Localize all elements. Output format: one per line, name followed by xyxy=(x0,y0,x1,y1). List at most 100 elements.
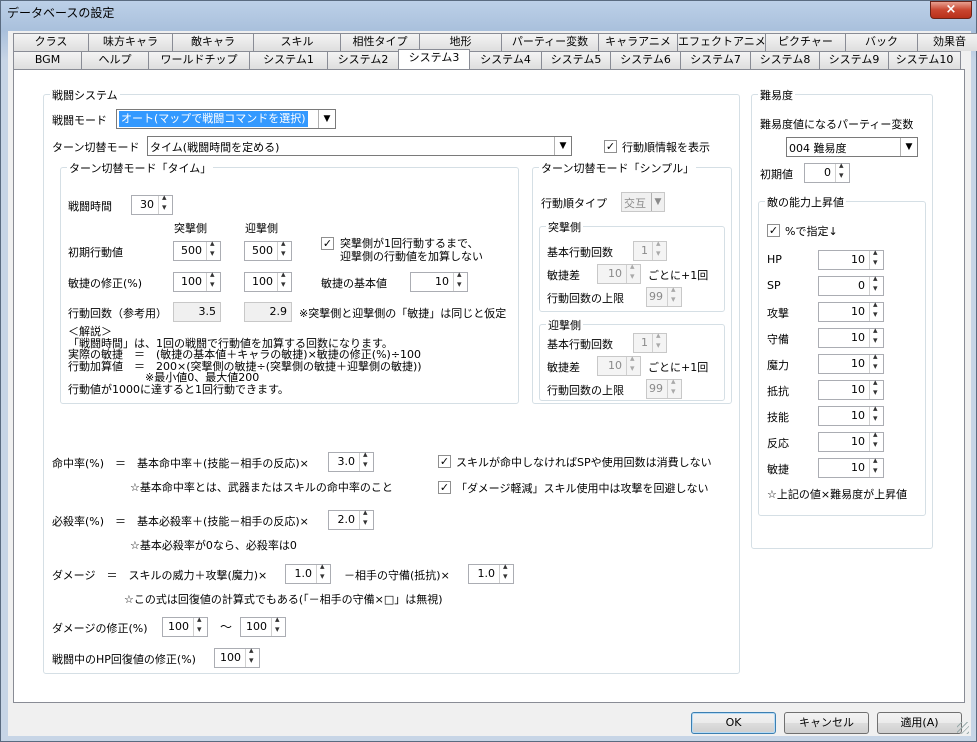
close-button[interactable]: × xyxy=(930,1,972,19)
turn-mode-select[interactable]: タイム(戦闘時間を定める) ▼ xyxy=(147,136,572,156)
damage-mod-min-stepper[interactable]: 100 xyxy=(162,615,208,637)
tab-r2-4[interactable]: システム2 xyxy=(327,51,399,69)
tab-r2-10[interactable]: システム8 xyxy=(750,51,820,69)
tab-r2-3[interactable]: システム1 xyxy=(249,51,328,69)
tab-r1-8[interactable]: エフェクトアニメ xyxy=(677,33,766,51)
hit-rate-stepper[interactable]: 3.0 xyxy=(328,450,374,472)
stat-stepper[interactable]: 10 xyxy=(818,430,884,452)
stat-stepper[interactable]: 10 xyxy=(818,456,884,478)
spin-arrows-icon[interactable] xyxy=(193,615,207,636)
tab-r1-0[interactable]: クラス xyxy=(13,33,89,51)
init-attack-stepper[interactable]: 500 xyxy=(173,239,221,261)
agi-base-stepper[interactable]: 10 xyxy=(410,270,468,292)
enemy-ability-group-label: 敵の能力上昇値 xyxy=(765,194,846,210)
order-type-select[interactable]: 交互 ▼ xyxy=(621,192,665,212)
agi-mod-attack-stepper[interactable]: 100 xyxy=(173,270,221,292)
spin-arrows-icon[interactable] xyxy=(667,377,681,398)
attack-base-count-stepper[interactable]: 1 xyxy=(633,239,667,261)
spin-arrows-icon[interactable] xyxy=(869,352,883,373)
init-defend-stepper[interactable]: 500 xyxy=(244,239,292,261)
tab-r1-6[interactable]: パーティー変数 xyxy=(501,33,599,51)
spin-arrows-icon[interactable] xyxy=(869,378,883,399)
tab-r1-7[interactable]: キャラアニメ xyxy=(598,33,678,51)
defend-base-count-stepper[interactable]: 1 xyxy=(633,331,667,353)
spin-arrows-icon[interactable] xyxy=(626,262,640,283)
spin-arrows-icon[interactable] xyxy=(869,248,883,269)
no-add-checkbox[interactable]: ✓ xyxy=(321,237,334,250)
stat-stepper[interactable]: 10 xyxy=(818,352,884,374)
stat-stepper[interactable]: 10 xyxy=(818,404,884,426)
spin-arrows-icon[interactable] xyxy=(869,430,883,451)
stat-stepper[interactable]: 10 xyxy=(818,300,884,322)
cancel-button[interactable]: キャンセル xyxy=(784,712,869,734)
spin-arrows-icon[interactable] xyxy=(277,239,291,260)
tab-r2-11[interactable]: システム9 xyxy=(819,51,889,69)
defend-agi-diff-stepper[interactable]: 10 xyxy=(597,354,641,376)
tab-r2-1[interactable]: ヘルプ xyxy=(81,51,149,69)
tab-r1-10[interactable]: バック xyxy=(845,33,918,51)
simple-defend-group: 迎撃側 基本行動回数 1 敏捷差 10 ごとに+1回 行動回数の上限 99 xyxy=(539,317,725,401)
tab-r1-2[interactable]: 敵キャラ xyxy=(172,33,254,51)
tab-r2-0[interactable]: BGM xyxy=(13,51,82,69)
difficulty-init-stepper[interactable]: 0 xyxy=(804,161,850,183)
attack-agi-diff-stepper[interactable]: 10 xyxy=(597,262,641,284)
spin-arrows-icon[interactable] xyxy=(271,615,285,636)
spin-arrows-icon[interactable] xyxy=(626,354,640,375)
defend-limit-stepper[interactable]: 99 xyxy=(646,377,682,399)
tab-r2-6[interactable]: システム4 xyxy=(469,51,542,69)
tab-r2-7[interactable]: システム5 xyxy=(541,51,611,69)
explain-line: ＜解説＞ xyxy=(68,325,112,338)
battle-mode-select[interactable]: オート(マップで戦闘コマンドを選択) ▼ xyxy=(116,109,336,129)
tab-r2-9[interactable]: システム7 xyxy=(680,51,751,69)
ok-button[interactable]: OK xyxy=(691,712,776,734)
tab-r1-11[interactable]: 効果音 xyxy=(917,33,977,51)
hp-mod-stepper[interactable]: 100 xyxy=(214,646,260,668)
resize-grip-icon[interactable] xyxy=(957,722,969,734)
stat-stepper[interactable]: 10 xyxy=(818,326,884,348)
damage-defense-stepper[interactable]: 1.0 xyxy=(468,562,514,584)
spin-arrows-icon[interactable] xyxy=(499,562,513,583)
spin-arrows-icon[interactable] xyxy=(869,300,883,321)
spin-arrows-icon[interactable] xyxy=(158,193,172,214)
apply-button[interactable]: 適用(A) xyxy=(877,712,962,734)
spin-arrows-icon[interactable] xyxy=(277,270,291,291)
battle-time-stepper[interactable]: 30 xyxy=(131,193,173,215)
spin-arrows-icon[interactable] xyxy=(667,285,681,306)
spin-arrows-icon[interactable] xyxy=(652,239,666,260)
spin-arrows-icon[interactable] xyxy=(245,646,259,667)
title-bar[interactable]: データベースの設定 × xyxy=(1,1,976,23)
damage-mod-max-stepper[interactable]: 100 xyxy=(240,615,286,637)
spin-arrows-icon[interactable] xyxy=(652,331,666,352)
tab-r2-5[interactable]: システム3 xyxy=(398,49,470,69)
reduce-checkbox[interactable]: ✓ xyxy=(438,481,451,494)
percent-checkbox[interactable]: ✓ xyxy=(767,224,780,237)
spin-arrows-icon[interactable] xyxy=(869,404,883,425)
spin-arrows-icon[interactable] xyxy=(869,456,883,477)
tab-r1-3[interactable]: スキル xyxy=(253,33,341,51)
spin-arrows-icon[interactable] xyxy=(206,270,220,291)
damage-attack-stepper[interactable]: 1.0 xyxy=(285,562,331,584)
tab-r2-8[interactable]: システム6 xyxy=(610,51,681,69)
spin-arrows-icon[interactable] xyxy=(359,450,373,471)
miss-sp-checkbox[interactable]: ✓ xyxy=(438,455,451,468)
crit-rate-stepper[interactable]: 2.0 xyxy=(328,508,374,530)
spin-arrows-icon[interactable] xyxy=(869,326,883,347)
spin-arrows-icon[interactable] xyxy=(453,270,467,291)
tab-r1-9[interactable]: ピクチャー xyxy=(765,33,846,51)
stat-stepper[interactable]: 0 xyxy=(818,274,884,296)
tab-r2-2[interactable]: ワールドチップ xyxy=(148,51,250,69)
stat-stepper[interactable]: 10 xyxy=(818,378,884,400)
spin-arrows-icon[interactable] xyxy=(869,274,883,295)
spin-arrows-icon[interactable] xyxy=(359,508,373,529)
spin-arrows-icon[interactable] xyxy=(206,239,220,260)
show-order-checkbox[interactable]: ✓ xyxy=(604,140,617,153)
tab-pane-system3: 戦闘システム 戦闘モード オート(マップで戦闘コマンドを選択) ▼ ターン切替モ… xyxy=(13,69,965,703)
attack-limit-stepper[interactable]: 99 xyxy=(646,285,682,307)
tab-r2-12[interactable]: システム10 xyxy=(888,51,961,69)
difficulty-var-select[interactable]: 004 難易度 ▼ xyxy=(786,137,918,157)
stat-stepper[interactable]: 10 xyxy=(818,248,884,270)
agi-mod-defend-stepper[interactable]: 100 xyxy=(244,270,292,292)
tab-r1-1[interactable]: 味方キャラ xyxy=(88,33,173,51)
spin-arrows-icon[interactable] xyxy=(316,562,330,583)
spin-arrows-icon[interactable] xyxy=(835,161,849,182)
